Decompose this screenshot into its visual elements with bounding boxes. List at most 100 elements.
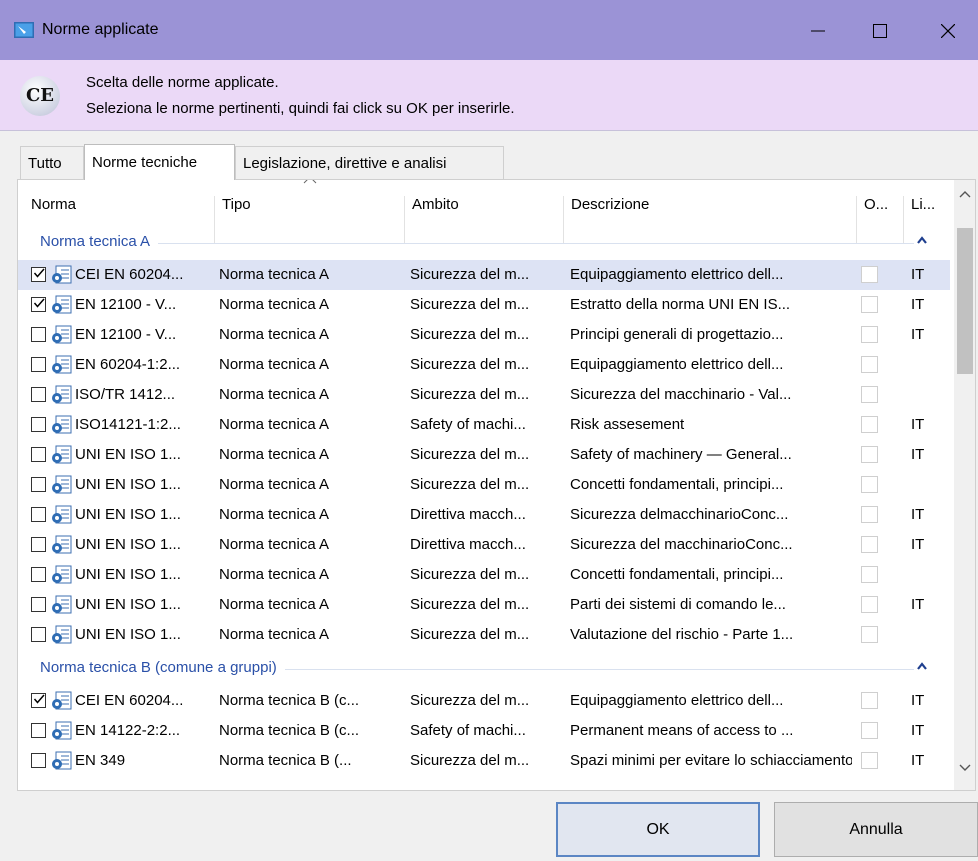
row-option-checkbox[interactable] — [861, 752, 878, 769]
cell-descrizione: Parti dei sistemi di comando le... — [570, 596, 786, 613]
row-option-checkbox[interactable] — [861, 536, 878, 553]
row-checkbox[interactable] — [31, 477, 46, 492]
header-instructions: Seleziona le norme pertinenti, quindi fa… — [86, 100, 515, 117]
cell-ambito: Sicurezza del m... — [410, 752, 530, 769]
table-row[interactable]: EN 60204-1:2... Norma tecnica A Sicurezza … — [18, 350, 950, 380]
maximize-button[interactable] — [850, 10, 910, 52]
row-option-checkbox[interactable] — [861, 356, 878, 373]
table-row[interactable]: UNI EN ISO 1... Norma tecnica A Sicurezza … — [18, 440, 950, 470]
row-checkbox[interactable] — [31, 627, 46, 642]
table-row[interactable]: UNI EN ISO 1... Norma tecnica A Sicurezza … — [18, 560, 950, 590]
table-row[interactable]: CEI EN 60204... Norma tecnica B (c... Sicu… — [18, 686, 950, 716]
checkmark-icon — [33, 268, 45, 278]
close-icon — [941, 24, 955, 38]
collapse-group-icon[interactable] — [916, 661, 928, 671]
row-option-checkbox[interactable] — [861, 596, 878, 613]
cell-ambito: Sicurezza del m... — [410, 326, 530, 343]
header-band — [0, 60, 978, 131]
table-row[interactable]: UNI EN ISO 1... Norma tecnica A Sicurezza … — [18, 470, 950, 500]
row-option-checkbox[interactable] — [861, 296, 878, 313]
scroll-down-button[interactable] — [954, 758, 975, 778]
column-header-tipo[interactable]: Tipo — [222, 196, 251, 213]
scrollbar-thumb[interactable] — [957, 228, 973, 374]
row-option-checkbox[interactable] — [861, 386, 878, 403]
cell-lingua: IT — [911, 536, 925, 553]
collapse-group-icon[interactable] — [916, 235, 928, 245]
tab-legislazione[interactable]: Legislazione, direttive e analisi — [235, 146, 504, 180]
row-option-checkbox[interactable] — [861, 266, 878, 283]
cell-lingua: IT — [911, 416, 925, 433]
cell-descrizione: Sicurezza delmacchinarioConc... — [570, 506, 789, 523]
column-header-o[interactable]: O... — [864, 196, 888, 213]
row-option-checkbox[interactable] — [861, 476, 878, 493]
table-row[interactable]: UNI EN ISO 1... Norma tecnica A Sicurezza … — [18, 620, 950, 650]
row-checkbox[interactable] — [31, 387, 46, 402]
row-checkbox[interactable] — [31, 327, 46, 342]
table-row[interactable]: UNI EN ISO 1... Norma tecnica A Direttiva … — [18, 530, 950, 560]
row-option-checkbox[interactable] — [861, 722, 878, 739]
tab-norme-tecniche[interactable]: Norme tecniche — [84, 144, 235, 180]
cell-tipo: Norma tecnica B (c... — [219, 692, 360, 709]
row-option-checkbox[interactable] — [861, 446, 878, 463]
row-checkbox[interactable] — [31, 507, 46, 522]
table-row[interactable]: ISO/TR 1412... Norma tecnica A Sicurezza d… — [18, 380, 950, 410]
row-checkbox[interactable] — [31, 723, 46, 738]
column-header-norma[interactable]: Norma — [31, 196, 76, 213]
row-option-checkbox[interactable] — [861, 416, 878, 433]
close-button[interactable] — [918, 10, 978, 52]
row-checkbox[interactable] — [31, 417, 46, 432]
cell-ambito: Direttiva macch... — [410, 506, 526, 523]
table-row[interactable]: CEI EN 60204... Norma tecnica A Sicurezza … — [18, 260, 950, 290]
scroll-up-button[interactable] — [954, 184, 975, 204]
row-option-checkbox[interactable] — [861, 326, 878, 343]
group-header[interactable]: Norma tecnica B (comune a gruppi) — [18, 654, 950, 684]
standard-document-icon — [52, 565, 72, 584]
cell-descrizione: Equipaggiamento elettrico dell... — [570, 266, 784, 283]
ok-button[interactable]: OK — [556, 802, 760, 857]
row-option-checkbox[interactable] — [861, 626, 878, 643]
standard-document-icon — [52, 625, 72, 644]
table-row[interactable]: UNI EN ISO 1... Norma tecnica A Sicurezza … — [18, 590, 950, 620]
row-checkbox[interactable] — [31, 357, 46, 372]
group-header[interactable]: Norma tecnica A — [18, 228, 950, 258]
minimize-button[interactable] — [788, 10, 848, 52]
cell-lingua: IT — [911, 506, 925, 523]
table-row[interactable]: UNI EN ISO 1... Norma tecnica A Direttiva … — [18, 500, 950, 530]
table-row[interactable]: EN 12100 - V... Norma tecnica A Sicurezza … — [18, 290, 950, 320]
row-checkbox[interactable] — [31, 753, 46, 768]
column-header-descrizione[interactable]: Descrizione — [571, 196, 649, 213]
cell-tipo: Norma tecnica A — [219, 296, 330, 313]
column-header-ambito[interactable]: Ambito — [412, 196, 459, 213]
cell-ambito: Sicurezza del m... — [410, 386, 530, 403]
row-checkbox[interactable] — [31, 567, 46, 582]
cancel-button[interactable]: Annulla — [774, 802, 978, 857]
row-option-checkbox[interactable] — [861, 692, 878, 709]
checkmark-icon — [33, 298, 45, 308]
cell-tipo: Norma tecnica B (c... — [219, 722, 360, 739]
row-checkbox[interactable] — [31, 597, 46, 612]
table-row[interactable]: ISO14121-1:2... Norma tecnica A Safety of … — [18, 410, 950, 440]
row-checkbox[interactable] — [31, 537, 46, 552]
table-row[interactable]: EN 349 Norma tecnica B (... Sicurezza del … — [18, 746, 950, 776]
tab-tutto[interactable]: Tutto — [20, 146, 84, 180]
row-checkbox[interactable] — [31, 267, 46, 282]
row-checkbox[interactable] — [31, 297, 46, 312]
cell-lingua: IT — [911, 326, 925, 343]
cell-norma: EN 349 — [75, 752, 126, 769]
row-option-checkbox[interactable] — [861, 506, 878, 523]
cell-tipo: Norma tecnica A — [219, 626, 330, 643]
minimize-icon — [811, 30, 825, 32]
row-checkbox[interactable] — [31, 447, 46, 462]
cell-norma: UNI EN ISO 1... — [75, 566, 181, 583]
standard-document-icon — [52, 595, 72, 614]
table-row[interactable]: EN 14122-2:2... Norma tecnica B (c... Safe… — [18, 716, 950, 746]
cell-norma: ISO/TR 1412... — [75, 386, 176, 403]
cell-lingua: IT — [911, 266, 925, 283]
vertical-scrollbar[interactable] — [954, 180, 975, 790]
table-row[interactable]: EN 12100 - V... Norma tecnica A Sicurezza … — [18, 320, 950, 350]
cell-norma: CEI EN 60204... — [75, 692, 184, 709]
cell-tipo: Norma tecnica A — [219, 506, 330, 523]
row-option-checkbox[interactable] — [861, 566, 878, 583]
column-header-lingua[interactable]: Li... — [911, 196, 935, 213]
row-checkbox[interactable] — [31, 693, 46, 708]
